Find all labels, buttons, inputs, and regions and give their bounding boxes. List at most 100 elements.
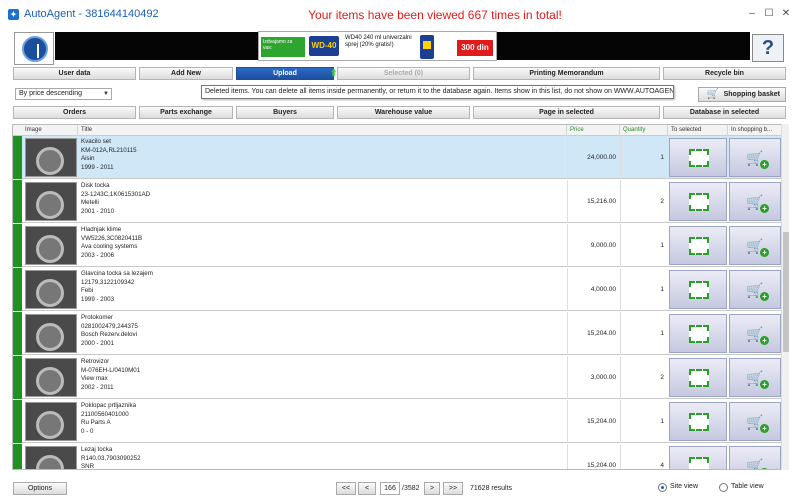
table-row[interactable]: Kvacilo set KM-012A,RL210115 Aisin 1999 - 2… bbox=[13, 136, 781, 179]
first-page-button[interactable]: << bbox=[336, 482, 356, 495]
table-row[interactable]: Disk tocka 23-1243C,1K0615301AD Metelli 200… bbox=[13, 180, 781, 223]
cart-add-icon: 🛒+ bbox=[743, 149, 769, 169]
part-quantity: 1 bbox=[620, 224, 667, 267]
part-name: Kvacilo set bbox=[81, 138, 111, 145]
add-to-basket-button[interactable]: 🛒+ bbox=[729, 182, 781, 221]
sort-dropdown[interactable]: By price descending ▼ bbox=[15, 88, 112, 100]
scrollbar-thumb[interactable] bbox=[783, 232, 789, 352]
spray-can-icon bbox=[420, 35, 434, 59]
column-header-title[interactable]: Title bbox=[78, 125, 567, 136]
tab-recycle-bin[interactable]: Recycle bin bbox=[663, 67, 786, 80]
part-quantity: 2 bbox=[620, 180, 667, 223]
tab-orders[interactable]: Orders bbox=[13, 106, 136, 119]
tab-selected[interactable]: Selected (0) bbox=[337, 67, 470, 80]
part-quantity: 1 bbox=[620, 400, 667, 443]
add-to-basket-button[interactable]: 🛒+ bbox=[729, 270, 781, 309]
row-status-marker bbox=[13, 136, 22, 179]
part-photo[interactable] bbox=[25, 226, 77, 265]
select-frame-icon bbox=[689, 325, 709, 343]
tab-buyers[interactable]: Buyers bbox=[236, 106, 334, 119]
tab-parts-exchange[interactable]: Parts exchange bbox=[139, 106, 233, 119]
table-row[interactable]: Lezaj tockaR140.03,7903090252SNR2010 - 2… bbox=[13, 444, 781, 469]
ad-price: 300 din bbox=[457, 40, 493, 56]
select-frame-icon bbox=[689, 457, 709, 469]
add-to-selected-button[interactable] bbox=[669, 270, 727, 309]
part-maker: View max bbox=[81, 375, 108, 382]
add-to-basket-button[interactable]: 🛒+ bbox=[729, 446, 781, 469]
add-to-basket-button[interactable]: 🛒+ bbox=[729, 226, 781, 265]
table-row[interactable]: Glavcina tocka sa lezajem 12179,312210934… bbox=[13, 268, 781, 311]
part-name: Disk tocka bbox=[81, 182, 110, 189]
table-row[interactable]: Retrovizor M-076EH-L/0410M01 View max 2002 … bbox=[13, 356, 781, 399]
add-to-basket-button[interactable]: 🛒+ bbox=[729, 138, 781, 177]
tab-upload[interactable]: Upload ⬆ bbox=[236, 67, 337, 80]
part-name: Hladnjak klime bbox=[81, 226, 122, 233]
next-page-button[interactable]: > bbox=[424, 482, 440, 495]
part-photo[interactable] bbox=[25, 358, 77, 397]
part-photo[interactable] bbox=[25, 138, 77, 177]
column-header-to-selected[interactable]: To selected bbox=[668, 125, 728, 136]
app-icon: ✦ bbox=[8, 9, 19, 20]
part-photo[interactable] bbox=[25, 270, 77, 309]
tab-printing-memorandum[interactable]: Printing Memorandum bbox=[473, 67, 660, 80]
minimize-icon[interactable]: – bbox=[745, 8, 759, 20]
add-to-selected-button[interactable] bbox=[669, 182, 727, 221]
part-maker: Aisin bbox=[81, 155, 95, 162]
footer-bar: Options << < 166 /3582 > >> 71628 result… bbox=[0, 478, 800, 500]
add-to-selected-button[interactable] bbox=[669, 358, 727, 397]
select-frame-icon bbox=[689, 413, 709, 431]
part-price: 9,000.00 bbox=[567, 224, 619, 267]
page-number-input[interactable]: 166 bbox=[380, 482, 400, 495]
add-to-selected-button[interactable] bbox=[669, 402, 727, 441]
part-price: 4,000.00 bbox=[567, 268, 619, 311]
add-to-basket-button[interactable]: 🛒+ bbox=[729, 314, 781, 353]
tab-warehouse-value[interactable]: Warehouse value bbox=[337, 106, 470, 119]
tab-add-new[interactable]: Add New bbox=[139, 67, 233, 80]
part-photo[interactable] bbox=[25, 446, 77, 469]
add-to-selected-button[interactable] bbox=[669, 314, 727, 353]
add-to-selected-button[interactable] bbox=[669, 138, 727, 177]
table-view-radio[interactable] bbox=[719, 483, 728, 492]
database-in-selected-button[interactable]: Database in selected bbox=[663, 106, 786, 119]
cart-add-icon: 🛒+ bbox=[743, 457, 769, 469]
page-in-selected-button[interactable]: Page in selected bbox=[473, 106, 660, 119]
add-to-basket-button[interactable]: 🛒+ bbox=[729, 358, 781, 397]
tab-user-data[interactable]: User data bbox=[13, 67, 136, 80]
part-photo[interactable] bbox=[25, 402, 77, 441]
part-maker: Bosch Rezerv.delovi bbox=[81, 331, 137, 338]
part-price: 15,216.00 bbox=[567, 180, 619, 223]
part-photo[interactable] bbox=[25, 314, 77, 353]
last-page-button[interactable]: >> bbox=[443, 482, 463, 495]
options-button[interactable]: Options bbox=[13, 482, 67, 495]
column-header-image[interactable]: Image bbox=[22, 125, 78, 136]
grid-header: Image Title Price Quantity To selected I… bbox=[13, 125, 781, 136]
part-description: Hladnjak klime VW5226,3C0820411B Ava cooli… bbox=[81, 226, 461, 260]
add-to-basket-button[interactable]: 🛒+ bbox=[729, 402, 781, 441]
table-row[interactable]: Hladnjak klime VW5226,3C0820411B Ava cooli… bbox=[13, 224, 781, 267]
add-to-selected-button[interactable] bbox=[669, 446, 727, 469]
part-years: 2000 - 2001 bbox=[81, 339, 115, 347]
cart-add-icon: 🛒+ bbox=[743, 369, 769, 389]
maximize-icon[interactable]: ☐ bbox=[762, 8, 776, 20]
previous-page-button[interactable]: < bbox=[358, 482, 376, 495]
shopping-basket-button[interactable]: 🛒 Shopping basket bbox=[698, 87, 786, 102]
tab-upload-label: Upload bbox=[273, 70, 297, 77]
add-to-selected-button[interactable] bbox=[669, 226, 727, 265]
logo-emblem bbox=[22, 36, 48, 62]
column-header-price[interactable]: Price bbox=[567, 125, 620, 136]
row-status-marker bbox=[13, 400, 22, 443]
column-header-quantity[interactable]: Quantity bbox=[620, 125, 668, 136]
table-row[interactable]: Poklopac prtljaznika 21100560401000 Ru Par… bbox=[13, 400, 781, 443]
help-button[interactable]: ? bbox=[752, 34, 784, 62]
vertical-scrollbar[interactable] bbox=[781, 124, 789, 470]
table-row[interactable]: Protokomer 0281002479,244375 Bosch Rezerv.… bbox=[13, 312, 781, 355]
part-maker: Metelli bbox=[81, 199, 99, 206]
select-frame-icon bbox=[689, 193, 709, 211]
column-header-in-shopping-basket[interactable]: In shopping b... bbox=[728, 125, 781, 136]
site-view-label: Site view bbox=[670, 483, 699, 490]
ad-banner[interactable]: Izdvajamo za vas: WD-40 WD40 240 ml univ… bbox=[258, 31, 497, 61]
close-icon[interactable]: ✕ bbox=[779, 8, 793, 20]
part-photo[interactable] bbox=[25, 182, 77, 221]
site-view-radio[interactable] bbox=[658, 483, 667, 492]
part-description: Retrovizor M-076EH-L/0410M01 View max 2002 … bbox=[81, 358, 461, 392]
